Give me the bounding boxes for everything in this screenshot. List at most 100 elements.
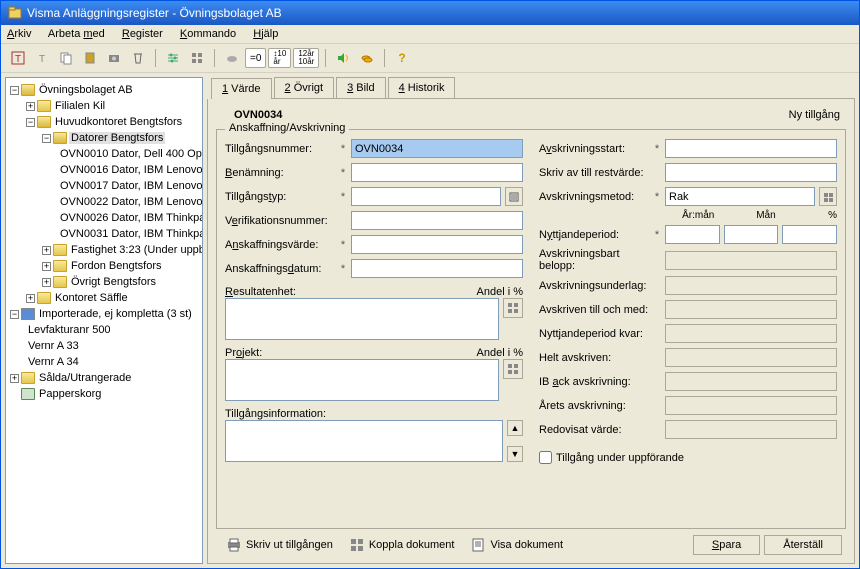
tab-ovrigt[interactable]: 2 Övrigt bbox=[274, 77, 335, 98]
input-tillgangsnr[interactable] bbox=[351, 139, 523, 158]
menu-arbeta-med[interactable]: Arbeta med bbox=[48, 28, 105, 40]
menu-hjalp[interactable]: Hjälp bbox=[253, 28, 278, 40]
tree-toggle[interactable]: + bbox=[42, 278, 51, 287]
import-icon bbox=[21, 308, 35, 320]
tree-leaf[interactable]: OVN0017 Dator, IBM Lenovo bbox=[58, 180, 203, 192]
input-avskrivmetod[interactable] bbox=[665, 187, 815, 206]
tb-coins-icon[interactable] bbox=[356, 47, 378, 69]
lookup-tillgangstyp[interactable] bbox=[505, 187, 523, 206]
tab-varde[interactable]: 1 Värde bbox=[211, 78, 272, 99]
tree-item-datorer[interactable]: Datorer Bengtsfors bbox=[69, 132, 165, 144]
lbl-avskrivstart: Avskrivningsstart: bbox=[539, 143, 649, 155]
tb-year12-chip[interactable]: 12år10år bbox=[293, 48, 319, 68]
btn-aterstall[interactable]: Återställ bbox=[764, 535, 842, 555]
tree-leaf[interactable]: OVN0016 Dator, IBM Lenovo bbox=[58, 164, 203, 176]
tree-toggle[interactable]: + bbox=[26, 102, 35, 111]
tb-sound-icon[interactable] bbox=[332, 47, 354, 69]
lbl-tillgangstyp: Tillgångstyp: bbox=[225, 191, 335, 203]
tree-toggle[interactable]: − bbox=[10, 86, 19, 95]
chk-under-uppforande[interactable] bbox=[539, 451, 552, 464]
btn-spara[interactable]: Spara bbox=[693, 535, 760, 555]
input-nyttjande-man[interactable] bbox=[724, 225, 779, 244]
menu-kommando[interactable]: Kommando bbox=[180, 28, 236, 40]
tree-item[interactable]: Sålda/Utrangerade bbox=[37, 372, 133, 384]
lbl-avskrivmetod: Avskrivningsmetod: bbox=[539, 191, 649, 203]
input-skriv-rest[interactable] bbox=[665, 163, 837, 182]
tree-item[interactable]: Kontoret Säffle bbox=[53, 292, 130, 304]
scroll-up[interactable]: ▲ bbox=[507, 420, 523, 436]
input-tillgangstyp[interactable] bbox=[351, 187, 501, 206]
btn-resultatenhet-add[interactable] bbox=[503, 298, 523, 318]
tree-leaf[interactable]: Levfakturanr 500 bbox=[26, 324, 113, 336]
folder-icon bbox=[53, 276, 67, 288]
tree-item[interactable]: Fastighet 3:23 (Under uppbyggnad) bbox=[69, 244, 203, 256]
lbl-helt: Helt avskriven: bbox=[539, 352, 649, 364]
tb-slider-icon[interactable] bbox=[162, 47, 184, 69]
tree-item[interactable]: Huvudkontoret Bengtsfors bbox=[53, 116, 184, 128]
lookup-avskrivmetod[interactable] bbox=[819, 187, 837, 206]
input-anskvarde[interactable] bbox=[351, 235, 523, 254]
tree-leaf[interactable]: OVN0022 Dator, IBM Lenovo bbox=[58, 196, 203, 208]
lbl-anskvarde: Anskaffningsvärde: bbox=[225, 239, 335, 251]
tree-pane[interactable]: −Övningsbolaget AB +Filialen Kil −Huvudk… bbox=[5, 77, 203, 564]
lbl-redovisat: Redovisat värde: bbox=[539, 424, 649, 436]
tree-root[interactable]: Övningsbolaget AB bbox=[37, 84, 135, 96]
lbl-avskriven-tom: Avskriven till och med: bbox=[539, 304, 649, 316]
tb-grid-icon[interactable] bbox=[186, 47, 208, 69]
tb-copy-icon[interactable] bbox=[55, 47, 77, 69]
textarea-tillgangsinfo[interactable] bbox=[225, 420, 503, 462]
lbl-avskrivbart: Avskrivningsbart belopp: bbox=[539, 248, 649, 272]
lbl-andel: Andel i % bbox=[477, 286, 523, 298]
lbl-resultatenhet: Resultatenhet: bbox=[225, 286, 296, 298]
tb-year10-chip[interactable]: ↕10år bbox=[268, 48, 291, 68]
list-resultatenhet[interactable] bbox=[225, 298, 499, 340]
tree-toggle[interactable]: + bbox=[42, 246, 51, 255]
tree-item[interactable]: Övrigt Bengtsfors bbox=[69, 276, 158, 288]
list-projekt[interactable] bbox=[225, 359, 499, 401]
input-nyttjande-arman[interactable] bbox=[665, 225, 720, 244]
tb-text-icon[interactable]: T bbox=[7, 47, 29, 69]
input-nyttjande-kvar bbox=[665, 324, 837, 343]
menu-register[interactable]: Register bbox=[122, 28, 163, 40]
tree-leaf[interactable]: OVN0031 Dator, IBM Thinkpad bbox=[58, 228, 203, 240]
tb-delete-icon[interactable] bbox=[127, 47, 149, 69]
tree-toggle[interactable]: − bbox=[42, 134, 51, 143]
tb-help-icon[interactable]: ? bbox=[391, 47, 413, 69]
tb-text2-icon[interactable]: T bbox=[31, 47, 53, 69]
btn-projekt-add[interactable] bbox=[503, 359, 523, 379]
input-anskdatum[interactable] bbox=[351, 259, 523, 278]
lbl-man: Mån bbox=[718, 210, 775, 221]
tree-toggle[interactable]: + bbox=[10, 374, 19, 383]
btn-visa[interactable]: Visa dokument bbox=[464, 535, 569, 555]
btn-skriv-ut[interactable]: Skriv ut tillgången bbox=[220, 535, 339, 555]
tab-historik[interactable]: 4 Historik bbox=[388, 77, 456, 98]
tb-reset-chip[interactable]: =0 bbox=[245, 48, 266, 68]
tb-cloud-icon[interactable] bbox=[221, 47, 243, 69]
menu-arkiv[interactable]: Arkiv bbox=[7, 28, 31, 40]
tree-leaf[interactable]: OVN0010 Dator, Dell 400 Optiplex bbox=[58, 148, 203, 160]
input-avskrivstart[interactable] bbox=[665, 139, 837, 158]
tree-leaf[interactable]: Vernr A 33 bbox=[26, 340, 81, 352]
tree-leaf[interactable]: Vernr A 34 bbox=[26, 356, 81, 368]
tab-bild[interactable]: 3 Bild bbox=[336, 77, 386, 98]
input-nyttjande-pct[interactable] bbox=[782, 225, 837, 244]
tree-toggle[interactable]: + bbox=[26, 294, 35, 303]
toolbar: T T =0 ↕10år 12år10år ? bbox=[1, 44, 859, 73]
asset-code: OVN0034 bbox=[234, 109, 282, 121]
tb-paste-icon[interactable] bbox=[79, 47, 101, 69]
input-verifnr[interactable] bbox=[351, 211, 523, 230]
input-benamning[interactable] bbox=[351, 163, 523, 182]
tree-item[interactable]: Filialen Kil bbox=[53, 100, 107, 112]
lbl-tillgangsinfo: Tillgångsinformation: bbox=[225, 408, 523, 420]
btn-koppla[interactable]: Koppla dokument bbox=[343, 535, 461, 555]
tb-camera-icon[interactable] bbox=[103, 47, 125, 69]
tree-item[interactable]: Importerade, ej kompletta (3 st) bbox=[37, 308, 194, 320]
tree-toggle[interactable]: − bbox=[26, 118, 35, 127]
tree-item[interactable]: Fordon Bengtsfors bbox=[69, 260, 164, 272]
scroll-down[interactable]: ▼ bbox=[507, 446, 523, 462]
tree-leaf[interactable]: OVN0026 Dator, IBM Thinkpad bbox=[58, 212, 203, 224]
tree-toggle[interactable]: − bbox=[10, 310, 19, 319]
tree-item-papperskorg[interactable]: Papperskorg bbox=[37, 388, 103, 400]
lbl-arets: Årets avskrivning: bbox=[539, 400, 649, 412]
tree-toggle[interactable]: + bbox=[42, 262, 51, 271]
